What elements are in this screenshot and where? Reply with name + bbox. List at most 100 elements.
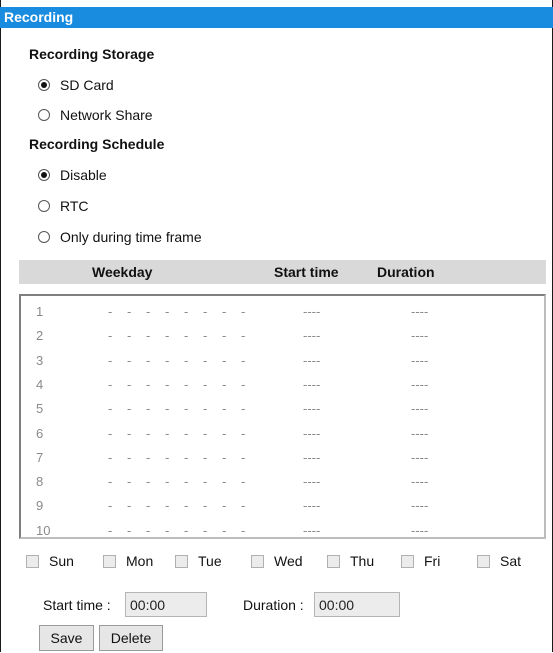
column-header-start-time: Start time (274, 264, 339, 280)
checkbox-icon[interactable] (477, 554, 490, 568)
weekday-placeholder: - (146, 474, 151, 490)
checkbox-fri[interactable]: Fri (401, 553, 440, 569)
schedule-list[interactable]: 1- - - - - - - - ---- ---- 2- - - - - - - - ---- ---- 3- - - - -… (19, 294, 546, 539)
weekday-placeholder: - (241, 425, 246, 441)
checkbox-thu[interactable]: Thu (327, 553, 374, 569)
weekday-placeholder: - (203, 328, 208, 344)
start-time-input[interactable] (125, 592, 207, 617)
checkbox-icon[interactable] (175, 554, 188, 568)
row-weekdays: -------- (108, 377, 260, 392)
weekday-placeholder: - (146, 449, 151, 465)
row-duration: ---- (411, 376, 429, 392)
list-item[interactable]: 4- - - - - - - - ---- ---- (21, 374, 544, 397)
radio-button-icon[interactable] (38, 169, 50, 181)
checkbox-icon[interactable] (327, 554, 340, 568)
row-weekdays: -------- (108, 426, 260, 441)
save-button[interactable]: Save (39, 625, 94, 651)
list-item[interactable]: 10- - - - - - - - ---- ---- (21, 520, 544, 543)
weekday-placeholder: - (241, 498, 246, 514)
weekday-placeholder: - (165, 449, 170, 465)
row-duration: ---- (411, 425, 429, 441)
row-duration: ---- (411, 474, 429, 490)
weekday-placeholder: - (241, 376, 246, 392)
list-item[interactable]: 3- - - - - - - - ---- ---- (21, 350, 544, 373)
weekday-placeholder: - (184, 522, 189, 538)
list-item[interactable]: 5- - - - - - - - ---- ---- (21, 398, 544, 421)
weekday-placeholder: - (108, 474, 113, 490)
weekday-placeholder: - (222, 522, 227, 538)
row-duration: ---- (411, 328, 429, 344)
radio-network-share[interactable]: Network Share (38, 106, 153, 124)
checkbox-icon[interactable] (26, 554, 39, 568)
checkbox-icon[interactable] (401, 554, 414, 568)
weekday-placeholder: - (108, 304, 113, 319)
row-weekdays: -------- (108, 353, 260, 368)
checkbox-label: Sun (49, 553, 74, 569)
weekday-placeholder: - (184, 425, 189, 441)
weekday-placeholder: - (165, 522, 170, 538)
checkbox-icon[interactable] (251, 554, 264, 568)
weekday-placeholder: - (203, 498, 208, 514)
weekday-placeholder: - (108, 425, 113, 441)
list-item[interactable]: 9- - - - - - - - ---- ---- (21, 495, 544, 518)
checkbox-sun[interactable]: Sun (26, 553, 74, 569)
row-start-time: ---- (303, 401, 321, 417)
weekday-placeholder: - (203, 401, 208, 417)
list-item[interactable]: 7- - - - - - - - ---- ---- (21, 447, 544, 470)
checkbox-label: Tue (198, 553, 222, 569)
list-item[interactable]: 1- - - - - - - - ---- ---- (21, 301, 544, 324)
weekday-placeholder: - (108, 376, 113, 392)
row-duration: ---- (411, 304, 429, 319)
radio-button-icon[interactable] (38, 109, 50, 121)
radio-button-icon[interactable] (38, 200, 50, 212)
radio-only-during-time-frame[interactable]: Only during time frame (38, 228, 202, 246)
checkbox-wed[interactable]: Wed (251, 553, 303, 569)
weekday-placeholder: - (203, 522, 208, 538)
weekday-placeholder: - (184, 328, 189, 344)
radio-rtc[interactable]: RTC (38, 197, 89, 215)
weekday-placeholder: - (203, 304, 208, 319)
weekday-placeholder: - (127, 449, 132, 465)
list-item[interactable]: 8- - - - - - - - ---- ---- (21, 471, 544, 494)
row-start-time: ---- (303, 328, 321, 344)
row-duration: ---- (411, 352, 429, 368)
weekday-placeholder: - (127, 474, 132, 490)
checkbox-mon[interactable]: Mon (103, 553, 153, 569)
row-start-time: ---- (303, 425, 321, 441)
start-time-label: Start time : (43, 597, 111, 613)
weekday-placeholder: - (222, 474, 227, 490)
radio-label: Disable (60, 167, 107, 183)
checkbox-icon[interactable] (103, 554, 116, 568)
list-item[interactable]: 2- - - - - - - - ---- ---- (21, 325, 544, 348)
weekday-placeholder: - (222, 449, 227, 465)
list-item[interactable]: 6- - - - - - - - ---- ---- (21, 423, 544, 446)
weekday-placeholder: - (241, 304, 246, 319)
weekday-placeholder: - (241, 401, 246, 417)
weekday-placeholder: - (127, 376, 132, 392)
radio-sd-card[interactable]: SD Card (38, 76, 114, 94)
radio-button-icon[interactable] (38, 79, 50, 91)
weekday-checkboxes: Sun Mon Tue Wed Thu Fri Sat (0, 551, 553, 571)
weekday-placeholder: - (184, 376, 189, 392)
weekday-placeholder: - (146, 425, 151, 441)
row-weekdays: -------- (108, 498, 260, 513)
radio-button-icon[interactable] (38, 231, 50, 243)
checkbox-label: Thu (350, 553, 375, 569)
delete-button[interactable]: Delete (99, 625, 163, 651)
row-start-time: ---- (303, 449, 321, 465)
checkbox-tue[interactable]: Tue (175, 553, 222, 569)
weekday-placeholder: - (184, 352, 189, 368)
row-start-time: ---- (303, 498, 321, 514)
row-number: 3 (36, 352, 44, 368)
weekday-placeholder: - (127, 401, 132, 417)
checkbox-sat[interactable]: Sat (477, 553, 521, 569)
radio-disable[interactable]: Disable (38, 166, 107, 184)
row-number: 7 (36, 449, 44, 465)
row-duration: ---- (411, 401, 429, 417)
row-start-time: ---- (303, 352, 321, 368)
weekday-placeholder: - (203, 376, 208, 392)
row-number: 6 (36, 425, 44, 441)
weekday-placeholder: - (165, 498, 170, 514)
row-weekdays: -------- (108, 474, 260, 489)
duration-input[interactable] (314, 592, 400, 617)
